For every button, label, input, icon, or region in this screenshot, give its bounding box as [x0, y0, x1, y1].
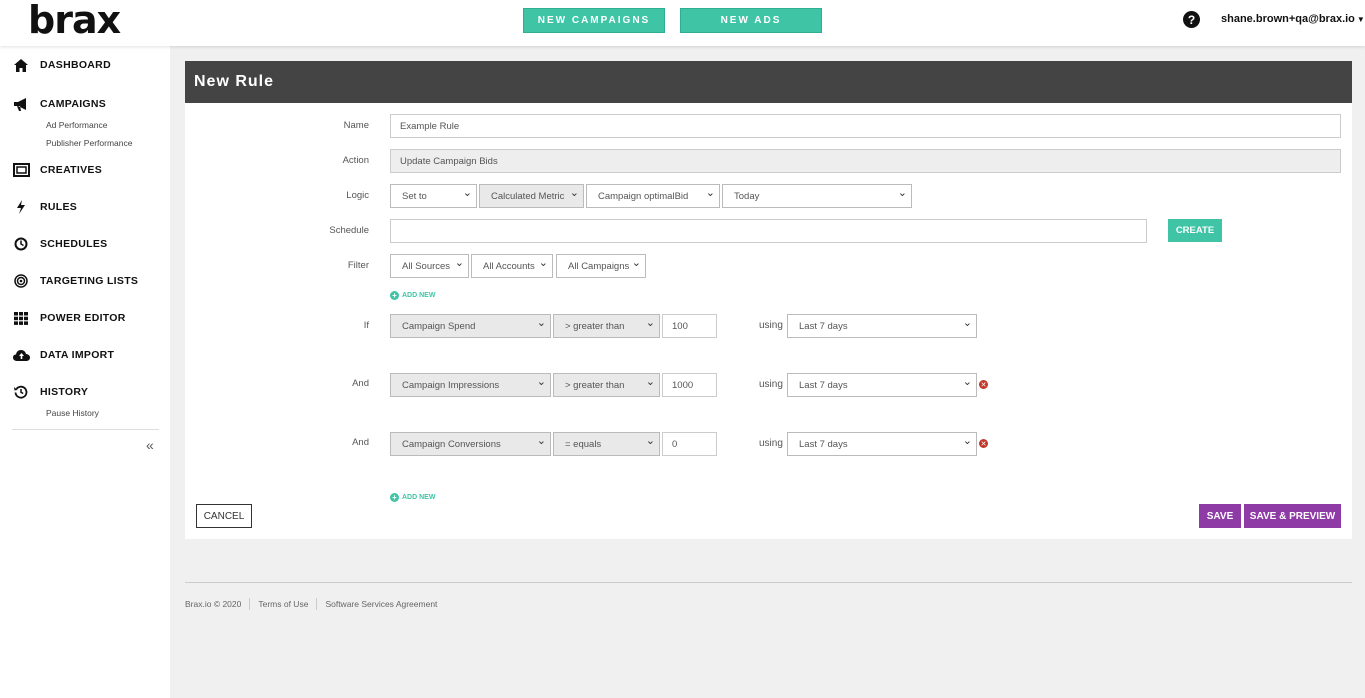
- footer-separator: [249, 598, 251, 610]
- condition-period-select[interactable]: Last 7 days: [787, 432, 977, 456]
- question-circle-icon[interactable]: ?: [1183, 11, 1200, 28]
- clock-icon: [12, 235, 30, 253]
- sidebar-item-power-editor[interactable]: POWER EDITOR: [0, 308, 170, 328]
- logic-type-select[interactable]: Calculated Metric: [479, 184, 584, 208]
- sidebar-item-rules[interactable]: RULES: [0, 197, 170, 217]
- filter-accounts-select[interactable]: All Accounts: [471, 254, 553, 278]
- footer: Brax.io © 2020 Terms of Use Software Ser…: [185, 598, 437, 610]
- logic-metric-select[interactable]: Campaign optimalBid: [586, 184, 720, 208]
- grid-icon: [12, 309, 30, 327]
- sidebar-item-creatives[interactable]: CREATIVES: [0, 160, 170, 180]
- sidebar-item-data-import[interactable]: DATA IMPORT: [0, 345, 170, 365]
- condition-label: If: [363, 320, 369, 331]
- schedule-input[interactable]: [390, 219, 1147, 243]
- page-title: New Rule: [185, 61, 1352, 103]
- name-input[interactable]: Example Rule: [390, 114, 1341, 138]
- brax-logo[interactable]: brax: [28, 0, 121, 42]
- add-condition-label: ADD NEW: [402, 494, 436, 501]
- cancel-button[interactable]: CANCEL: [196, 504, 252, 528]
- new-ads-button[interactable]: NEW ADS: [680, 8, 822, 33]
- sidebar-label-schedules: SCHEDULES: [40, 238, 108, 250]
- megaphone-icon: [12, 95, 30, 113]
- add-filter-button[interactable]: + ADD NEW: [390, 291, 435, 300]
- condition-operator-select[interactable]: > greater than: [553, 373, 660, 397]
- condition-operator-select[interactable]: = equals: [553, 432, 660, 456]
- condition-label: And: [352, 378, 369, 389]
- sidebar-item-schedules[interactable]: SCHEDULES: [0, 234, 170, 254]
- condition-operator-select[interactable]: > greater than: [553, 314, 660, 338]
- save-preview-button[interactable]: SAVE & PREVIEW: [1244, 504, 1341, 528]
- new-campaigns-button[interactable]: NEW CAMPAIGNS: [523, 8, 665, 33]
- copyright: Brax.io © 2020: [185, 599, 242, 609]
- condition-value-input[interactable]: 1000: [662, 373, 717, 397]
- user-email: shane.brown+qa@brax.io: [1221, 13, 1355, 25]
- sidebar-label-creatives: CREATIVES: [40, 164, 103, 176]
- sidebar-label-campaigns: CAMPAIGNS: [40, 98, 107, 110]
- action-input: Update Campaign Bids: [390, 149, 1341, 173]
- sidebar-subitem-publisher-performance[interactable]: Publisher Performance: [46, 138, 132, 148]
- action-label: Action: [342, 155, 369, 166]
- home-icon: [12, 56, 30, 74]
- footer-divider: [185, 582, 1352, 583]
- condition-metric-select[interactable]: Campaign Impressions: [390, 373, 551, 397]
- add-filter-label: ADD NEW: [402, 292, 436, 299]
- remove-condition-icon[interactable]: ✕: [979, 380, 988, 389]
- footer-separator: [316, 598, 318, 610]
- user-menu[interactable]: shane.brown+qa@brax.io ▼: [1221, 13, 1365, 25]
- terms-link[interactable]: Terms of Use: [258, 599, 308, 609]
- logic-operator-select[interactable]: Set to: [390, 184, 477, 208]
- sidebar-label-rules: RULES: [40, 201, 78, 213]
- sidebar-subitem-ad-performance[interactable]: Ad Performance: [46, 120, 107, 130]
- sidebar-item-targeting-lists[interactable]: TARGETING LISTS: [0, 271, 170, 291]
- bolt-icon: [12, 198, 30, 216]
- logic-label: Logic: [346, 190, 369, 201]
- sidebar-item-campaigns[interactable]: CAMPAIGNS: [0, 94, 170, 114]
- caret-down-icon: ▼: [1356, 15, 1365, 24]
- filter-campaigns-select[interactable]: All Campaigns: [556, 254, 646, 278]
- add-condition-button[interactable]: + ADD NEW: [390, 493, 435, 502]
- remove-condition-icon[interactable]: ✕: [979, 439, 988, 448]
- condition-period-select[interactable]: Last 7 days: [787, 373, 977, 397]
- sidebar-label-data-import: DATA IMPORT: [40, 349, 115, 361]
- save-button[interactable]: SAVE: [1199, 504, 1241, 528]
- using-label: using: [759, 320, 783, 331]
- condition-value-input[interactable]: 100: [662, 314, 717, 338]
- condition-metric-select[interactable]: Campaign Spend: [390, 314, 551, 338]
- condition-label: And: [352, 437, 369, 448]
- condition-metric-select[interactable]: Campaign Conversions: [390, 432, 551, 456]
- sidebar-subitem-pause-history[interactable]: Pause History: [46, 408, 99, 418]
- condition-value-input[interactable]: 0: [662, 432, 717, 456]
- logic-period-select[interactable]: Today: [722, 184, 912, 208]
- condition-period-select[interactable]: Last 7 days: [787, 314, 977, 338]
- using-label: using: [759, 379, 783, 390]
- top-bar: brax NEW CAMPAIGNS NEW ADS ? shane.brown…: [0, 0, 1365, 46]
- filter-sources-select[interactable]: All Sources: [390, 254, 469, 278]
- collapse-sidebar-icon[interactable]: «: [146, 437, 154, 453]
- plus-circle-icon: +: [390, 291, 399, 300]
- target-icon: [12, 272, 30, 290]
- ssa-link[interactable]: Software Services Agreement: [325, 599, 437, 609]
- sidebar-label-power-editor: POWER EDITOR: [40, 312, 126, 324]
- plus-circle-icon: +: [390, 493, 399, 502]
- name-label: Name: [343, 120, 369, 131]
- sidebar-item-dashboard[interactable]: DASHBOARD: [0, 55, 170, 75]
- schedule-label: Schedule: [329, 225, 369, 236]
- sidebar-divider: [12, 429, 159, 430]
- create-schedule-button[interactable]: CREATE: [1168, 219, 1222, 242]
- sidebar-label-history: HISTORY: [40, 386, 89, 398]
- sidebar-item-history[interactable]: HISTORY: [0, 382, 170, 402]
- cloud-upload-icon: [12, 346, 30, 364]
- history-icon: [12, 383, 30, 401]
- sidebar-label-targeting-lists: TARGETING LISTS: [40, 275, 139, 287]
- filter-label: Filter: [347, 260, 369, 271]
- using-label: using: [759, 438, 783, 449]
- sidebar: DASHBOARD CAMPAIGNS Ad Performance Publi…: [0, 46, 170, 698]
- image-icon: [12, 161, 30, 179]
- sidebar-label-dashboard: DASHBOARD: [40, 59, 111, 71]
